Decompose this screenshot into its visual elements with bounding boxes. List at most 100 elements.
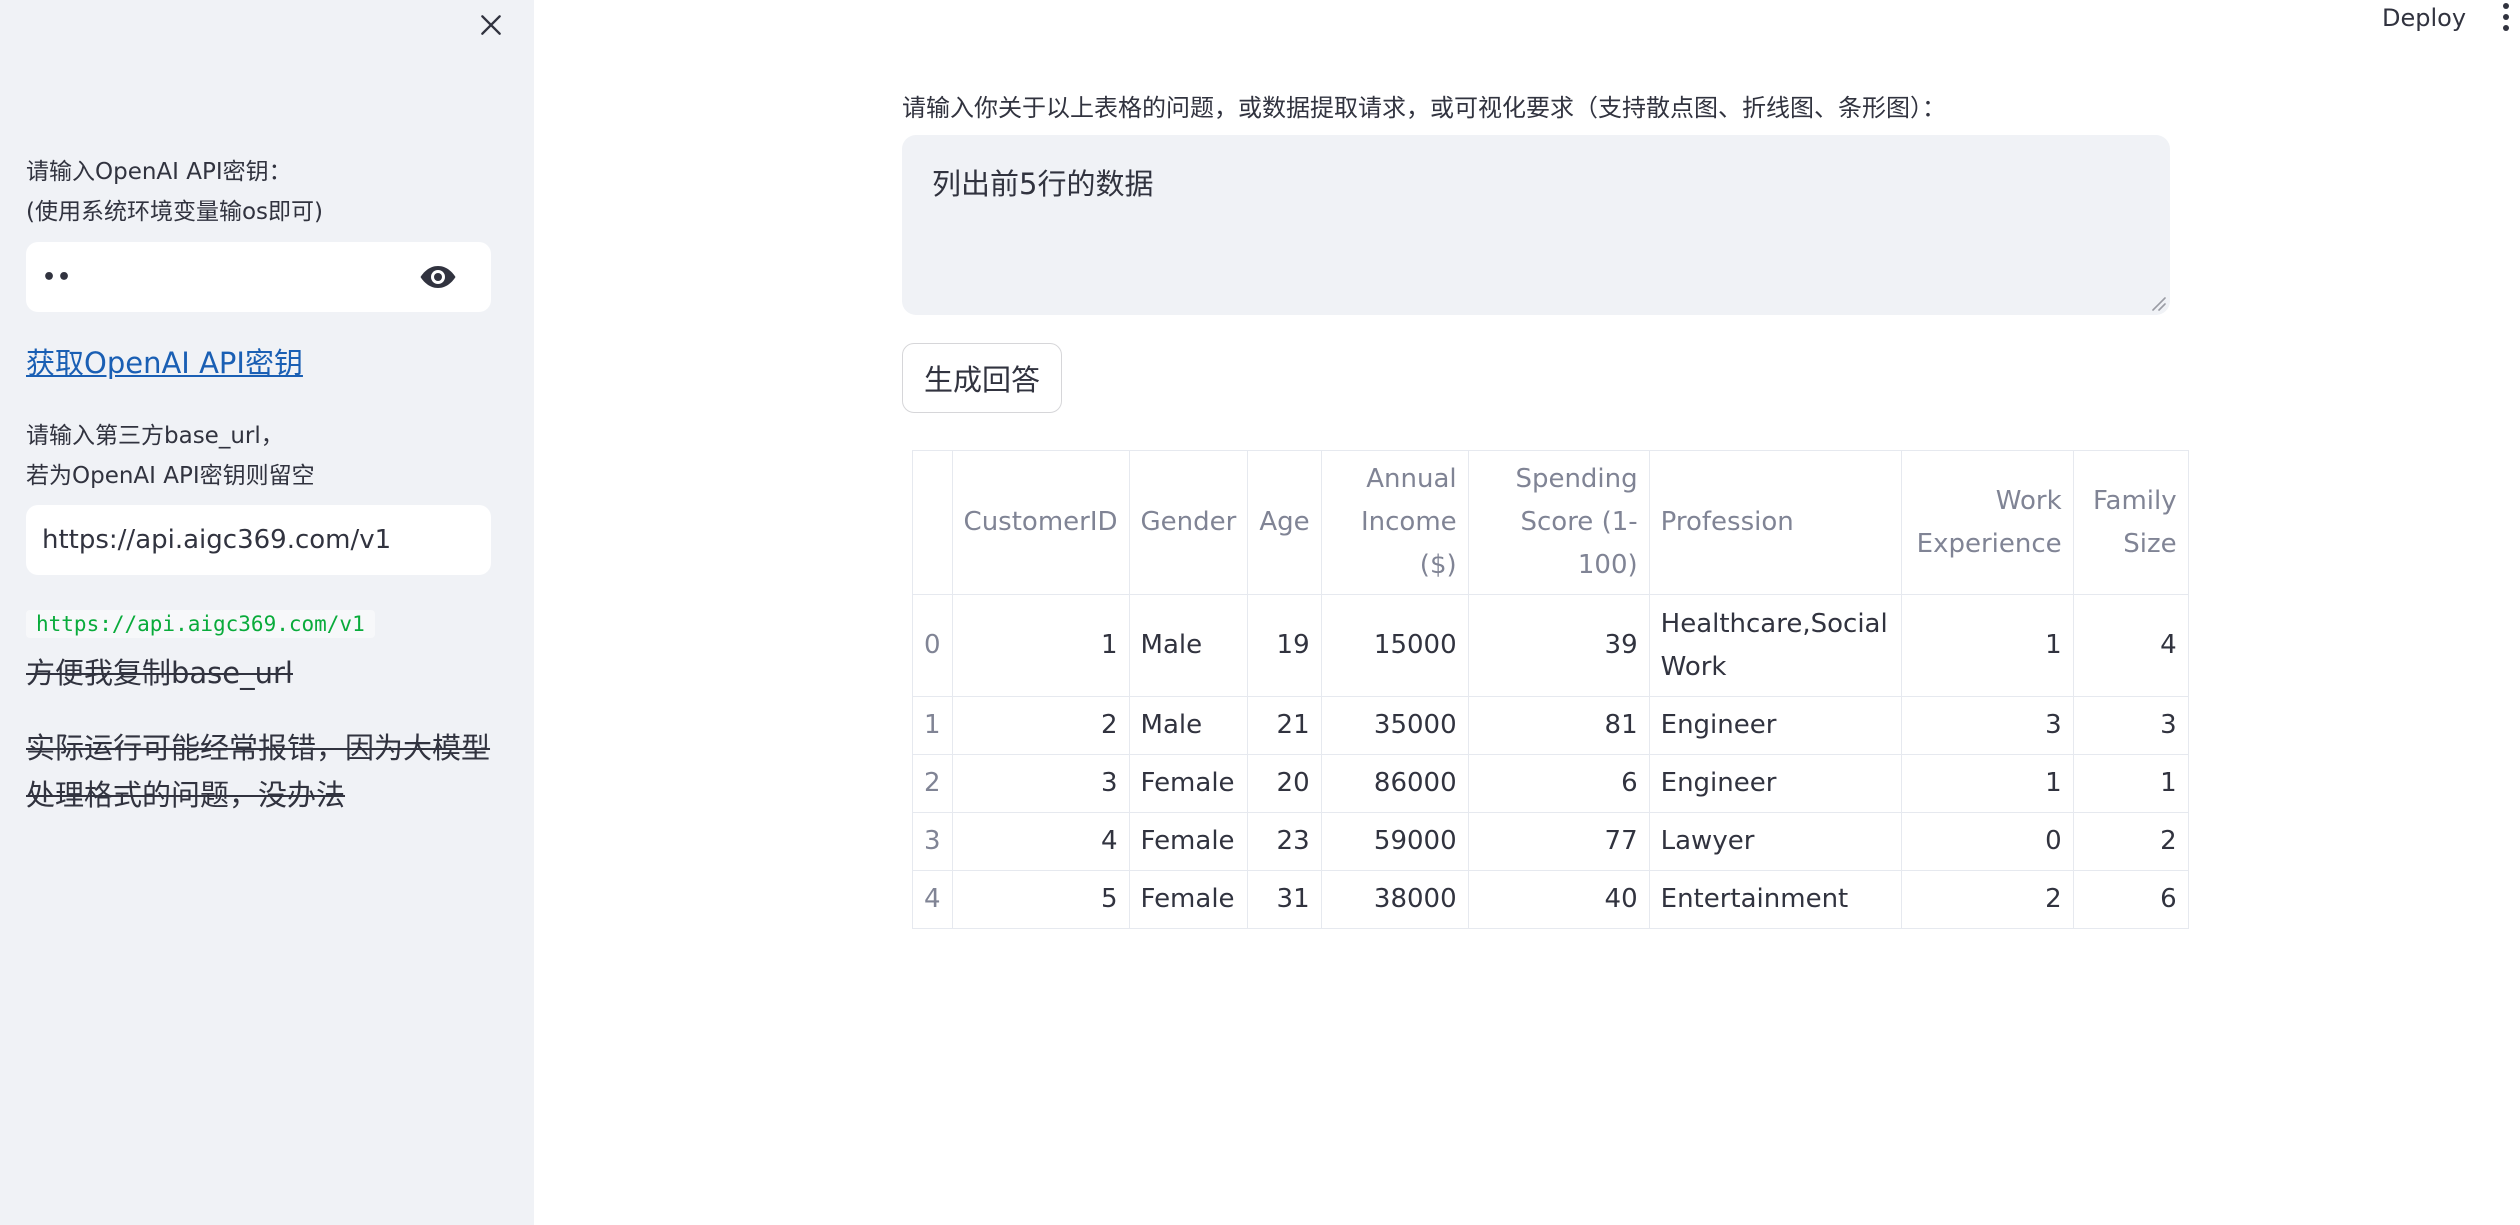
api-key-label-line2: (使用系统环境变量输os即可)	[26, 199, 324, 225]
row-index: 2	[912, 754, 953, 813]
row-index: 4	[912, 870, 953, 929]
row-index: 1	[912, 696, 953, 755]
header-text: Spending	[1515, 464, 1638, 494]
table-header-row: CustomerID Gender Age Annual Income ($) …	[912, 450, 2189, 595]
note-errors-line2: 处理格式的问题，没办法	[26, 778, 346, 812]
header-text: ($)	[1419, 550, 1457, 580]
base-url-code: https://api.aigc369.com/v1	[26, 610, 375, 638]
cell-work-experience[interactable]: 3	[1900, 696, 2074, 755]
cell-income[interactable]: 15000	[1320, 594, 1469, 697]
prompt-label: 请输入你关于以上表格的问题，或数据提取请求，或可视化要求（支持散点图、折线图、条…	[902, 94, 1946, 122]
row-index: 0	[912, 594, 953, 697]
prompt-textarea[interactable]: 列出前5行的数据	[902, 135, 2170, 315]
cell-work-experience[interactable]: 1	[1900, 594, 2074, 697]
header-text: Profession	[1660, 507, 1794, 537]
cell-age[interactable]: 20	[1247, 754, 1322, 813]
cell-age[interactable]: 23	[1247, 812, 1322, 871]
header-text: Experience	[1916, 528, 2062, 559]
cell-gender[interactable]: Female	[1128, 812, 1249, 871]
api-key-label: 请输入OpenAI API密钥： (使用系统环境变量输os即可)	[26, 152, 506, 232]
cell-family-size[interactable]: 2	[2072, 812, 2189, 871]
cell-profession[interactable]: Engineer	[1648, 754, 1902, 813]
cell-work-experience[interactable]: 2	[1900, 870, 2074, 929]
cell-score[interactable]: 77	[1467, 812, 1650, 871]
deploy-button[interactable]: Deploy	[2382, 4, 2466, 32]
close-sidebar-button[interactable]	[470, 4, 512, 46]
cell-customerid[interactable]: 4	[951, 812, 1130, 871]
cell-income[interactable]: 59000	[1320, 812, 1469, 871]
header-text: Income	[1360, 507, 1457, 537]
cell-customerid[interactable]: 5	[951, 870, 1130, 929]
base-url-label-line1: 请输入第三方base_url，	[26, 423, 284, 449]
cell-score[interactable]: 6	[1467, 754, 1650, 813]
cell-age[interactable]: 31	[1247, 870, 1322, 929]
index-header	[912, 450, 953, 595]
cell-family-size[interactable]: 6	[2072, 870, 2189, 929]
cell-profession[interactable]: Healthcare,Social Work	[1648, 594, 1902, 697]
api-key-input[interactable]: ••	[26, 242, 491, 312]
cell-profession[interactable]: Lawyer	[1648, 812, 1902, 871]
column-header-customerid[interactable]: CustomerID	[951, 450, 1130, 595]
column-header-age[interactable]: Age	[1247, 450, 1322, 595]
cell-gender[interactable]: Male	[1128, 696, 1249, 755]
prompt-value: 列出前5行的数据	[932, 167, 1154, 201]
resize-grip-icon[interactable]	[2148, 293, 2166, 311]
app: 请输入OpenAI API密钥： (使用系统环境变量输os即可) •• 获取Op…	[0, 0, 2520, 1225]
cell-customerid[interactable]: 3	[951, 754, 1130, 813]
table-row: 1 2 Male 21 35000 81 Engineer 3 3	[912, 696, 2189, 755]
header-text: Annual	[1366, 464, 1457, 494]
column-header-spending-score[interactable]: Spending Score (1-100)	[1467, 450, 1650, 595]
api-key-value: ••	[42, 264, 73, 290]
base-url-input[interactable]: https://api.aigc369.com/v1	[26, 505, 491, 575]
generate-answer-button[interactable]: 生成回答	[902, 343, 1062, 413]
header-text: CustomerID	[963, 507, 1118, 537]
cell-score[interactable]: 39	[1467, 594, 1650, 697]
cell-profession[interactable]: Entertainment	[1648, 870, 1902, 929]
column-header-annual-income[interactable]: Annual Income ($)	[1320, 450, 1469, 595]
cell-income[interactable]: 38000	[1320, 870, 1469, 929]
base-url-label: 请输入第三方base_url， 若为OpenAI API密钥则留空	[26, 416, 506, 496]
cell-family-size[interactable]: 3	[2072, 696, 2189, 755]
cell-work-experience[interactable]: 0	[1900, 812, 2074, 871]
base-url-value: https://api.aigc369.com/v1	[42, 525, 392, 555]
header-text: Family	[2092, 485, 2177, 516]
header-text: Age	[1259, 507, 1310, 537]
cell-work-experience[interactable]: 1	[1900, 754, 2074, 813]
column-header-gender[interactable]: Gender	[1128, 450, 1249, 595]
cell-score[interactable]: 81	[1467, 696, 1650, 755]
header-text: Work	[1995, 485, 2062, 516]
eye-icon[interactable]	[419, 263, 457, 291]
cell-gender[interactable]: Female	[1128, 870, 1249, 929]
table-row: 4 5 Female 31 38000 40 Entertainment 2 6	[912, 870, 2189, 929]
cell-gender[interactable]: Male	[1128, 594, 1249, 697]
cell-income[interactable]: 86000	[1320, 754, 1469, 813]
row-index: 3	[912, 812, 953, 871]
header-text: Score (1-100)	[1520, 507, 1638, 580]
more-vertical-icon[interactable]	[2496, 0, 2516, 34]
sidebar: 请输入OpenAI API密钥： (使用系统环境变量输os即可) •• 获取Op…	[0, 0, 534, 1225]
get-api-key-link[interactable]: 获取OpenAI API密钥	[26, 340, 303, 382]
header-text: Gender	[1140, 507, 1237, 537]
cell-income[interactable]: 35000	[1320, 696, 1469, 755]
api-key-label-line1: 请输入OpenAI API密钥：	[26, 159, 292, 185]
cell-family-size[interactable]: 1	[2072, 754, 2189, 813]
profession-line2: Work	[1660, 651, 1727, 682]
cell-gender[interactable]: Female	[1128, 754, 1249, 813]
cell-age[interactable]: 19	[1247, 594, 1322, 697]
note-errors-line1: 实际运行可能经常报错，因为大模型	[26, 731, 491, 765]
base-url-label-line2: 若为OpenAI API密钥则留空	[26, 463, 315, 489]
profession-line1: Healthcare,Social	[1660, 608, 1888, 639]
data-table: CustomerID Gender Age Annual Income ($) …	[912, 450, 2189, 929]
cell-profession[interactable]: Engineer	[1648, 696, 1902, 755]
cell-family-size[interactable]: 4	[2072, 594, 2189, 697]
cell-age[interactable]: 21	[1247, 696, 1322, 755]
column-header-family-size[interactable]: Family Size	[2072, 450, 2189, 595]
column-header-work-experience[interactable]: Work Experience	[1900, 450, 2074, 595]
column-header-profession[interactable]: Profession	[1648, 450, 1902, 595]
note-errors: 实际运行可能经常报错，因为大模型 处理格式的问题，没办法	[26, 725, 506, 819]
cell-score[interactable]: 40	[1467, 870, 1650, 929]
cell-customerid[interactable]: 2	[951, 696, 1130, 755]
table-row: 2 3 Female 20 86000 6 Engineer 1 1	[912, 754, 2189, 813]
cell-customerid[interactable]: 1	[951, 594, 1130, 697]
table-row: 0 1 Male 19 15000 39 Healthcare,Social W…	[912, 594, 2189, 697]
